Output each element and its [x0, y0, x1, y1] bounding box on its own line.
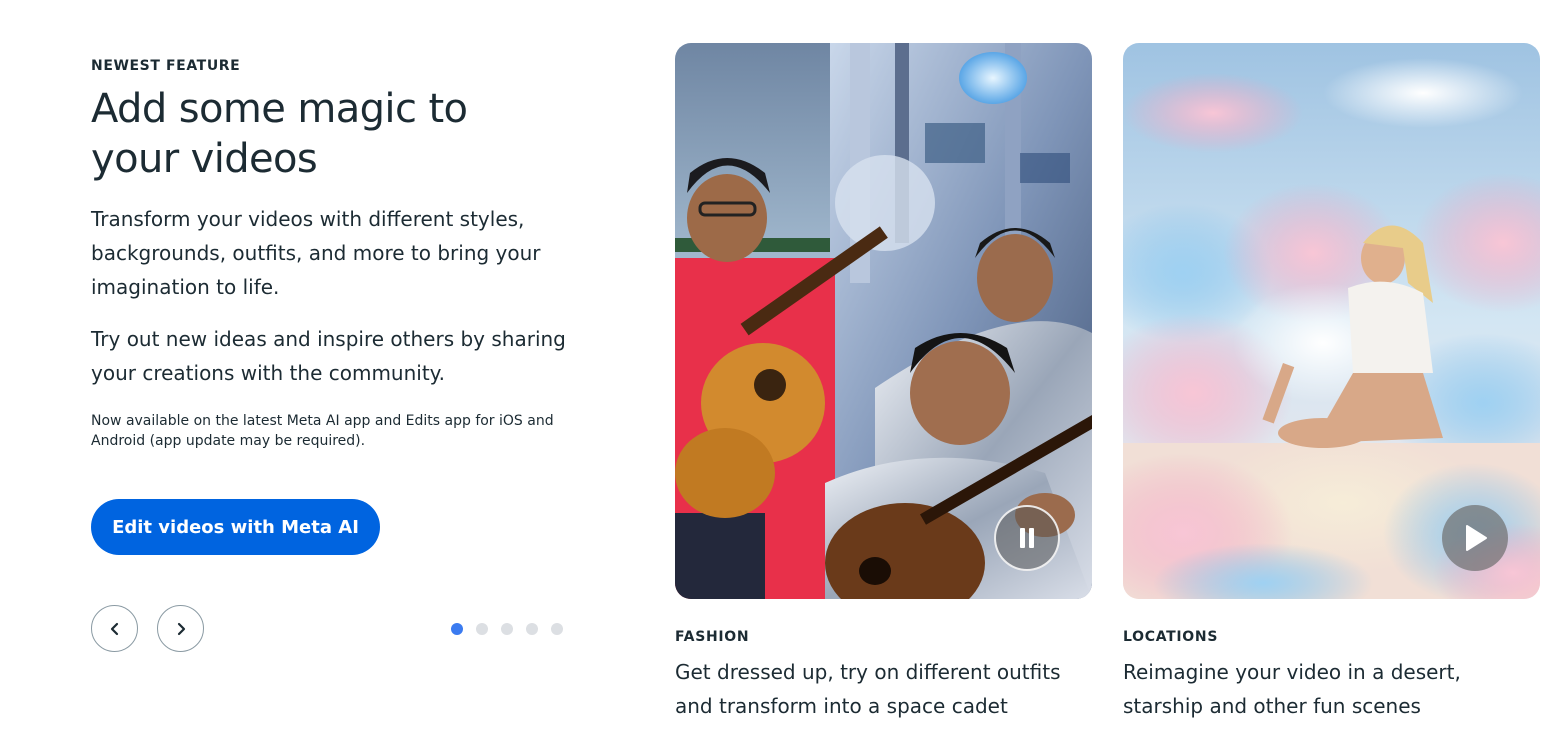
carousel-dot-4[interactable] — [526, 623, 538, 635]
carousel-dot-3[interactable] — [501, 623, 513, 635]
intro-column: NEWEST FEATURE Add some magic to your vi… — [91, 56, 591, 451]
eyebrow-label: NEWEST FEATURE — [91, 58, 241, 74]
feature-section: NEWEST FEATURE Add some magic to your vi… — [0, 0, 1548, 732]
pause-icon — [1020, 528, 1034, 548]
play-icon — [1466, 525, 1487, 551]
fashion-video[interactable] — [675, 43, 1092, 599]
pause-button[interactable] — [994, 505, 1060, 571]
carousel-dot-5[interactable] — [551, 623, 563, 635]
intro-paragraph-2: Try out new ideas and inspire others by … — [91, 327, 566, 385]
chevron-left-icon — [110, 622, 118, 635]
availability-note: Now available on the latest Meta AI app … — [91, 413, 554, 449]
locations-card: LOCATIONS Reimagine your video in a dese… — [1123, 43, 1540, 723]
fashion-card: FASHION Get dressed up, try on different… — [675, 43, 1092, 723]
carousel-pagination — [451, 623, 563, 635]
play-button[interactable] — [1442, 505, 1508, 571]
carousel-dot-2[interactable] — [476, 623, 488, 635]
page-title: Add some magic to your videos — [91, 84, 591, 184]
title-line-2: your videos — [91, 136, 318, 182]
card-category-label: FASHION — [675, 629, 750, 645]
card-description: Get dressed up, try on different outfits… — [675, 660, 1061, 718]
locations-video[interactable] — [1123, 43, 1540, 599]
carousel-next-button[interactable] — [157, 605, 204, 652]
card-description: Reimagine your video in a desert, starsh… — [1123, 660, 1461, 718]
edit-videos-button[interactable]: Edit videos with Meta AI — [91, 499, 380, 555]
title-line-1: Add some magic to — [91, 86, 468, 132]
intro-paragraph-1: Transform your videos with different sty… — [91, 207, 541, 299]
carousel-prev-button[interactable] — [91, 605, 138, 652]
carousel-dot-1[interactable] — [451, 623, 463, 635]
card-category-label: LOCATIONS — [1123, 629, 1219, 645]
chevron-right-icon — [177, 622, 185, 635]
